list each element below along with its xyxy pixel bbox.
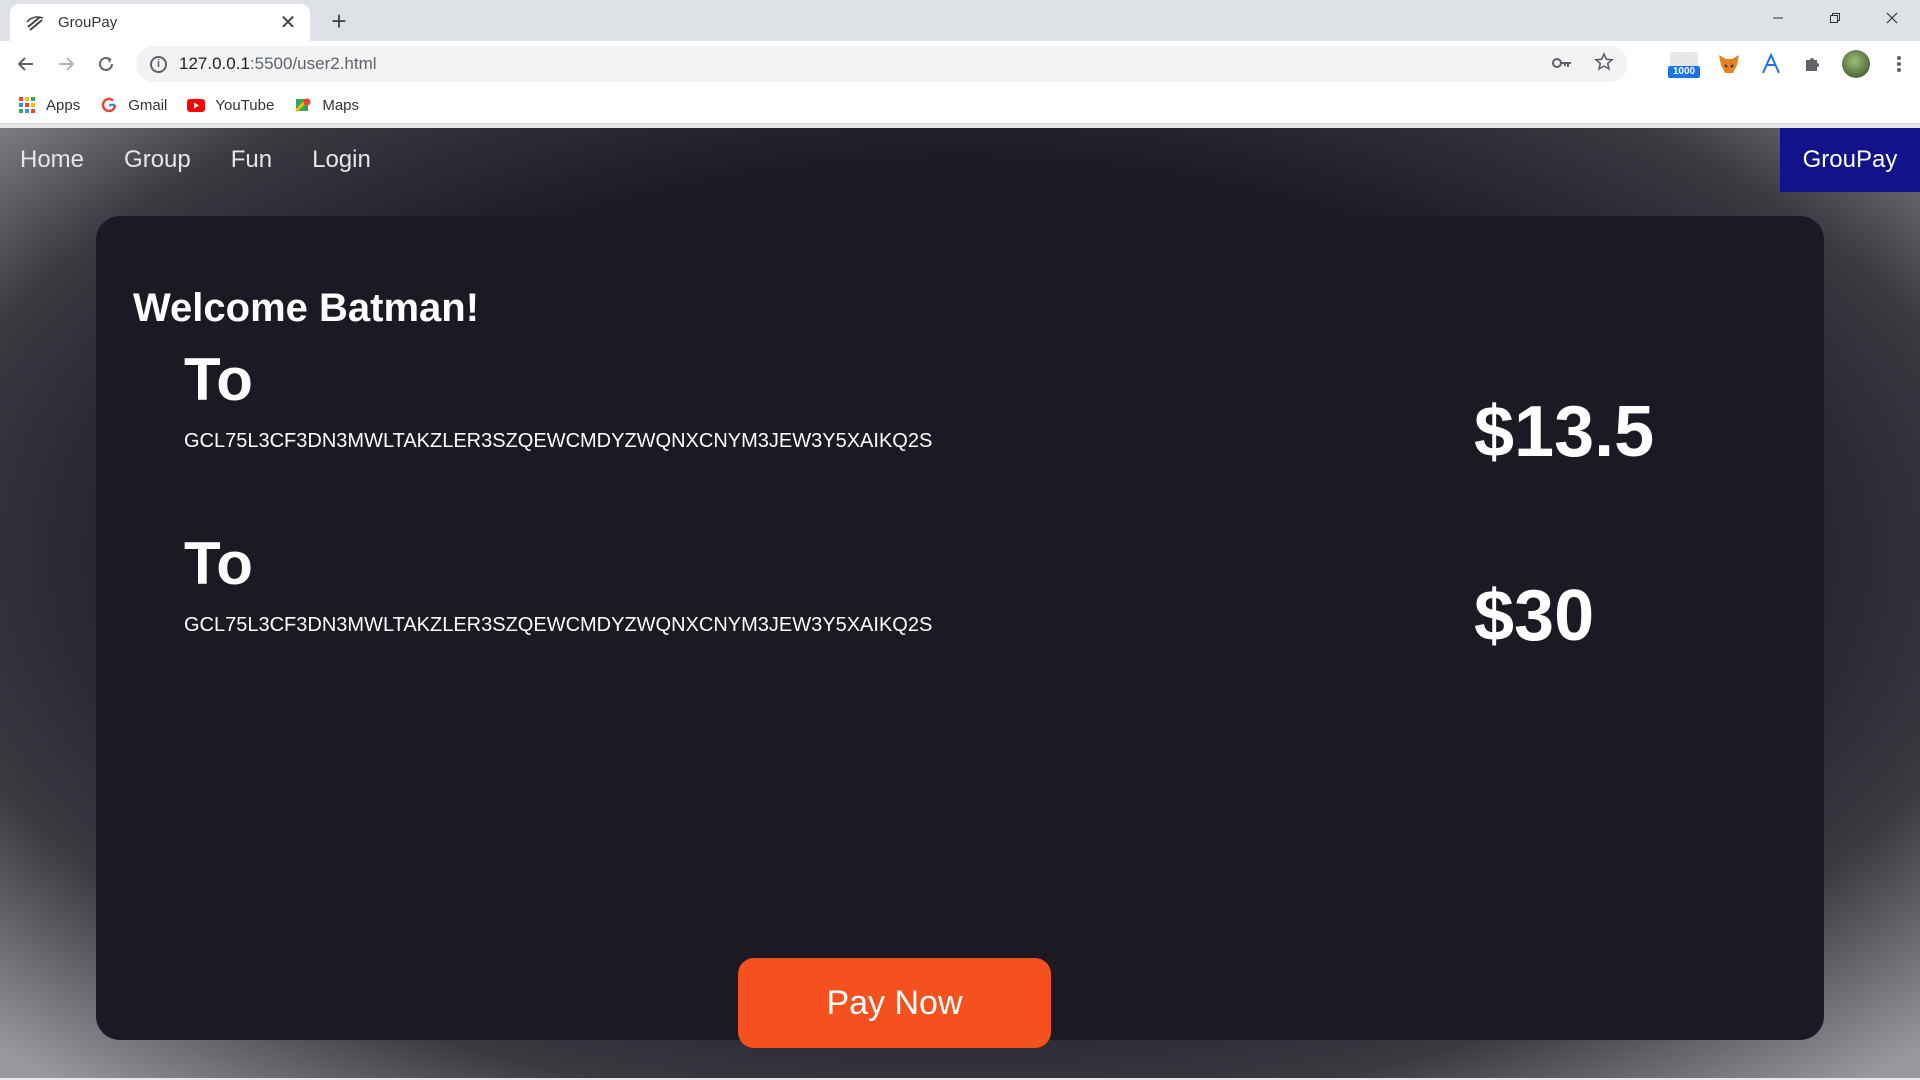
- bookmark-label: Maps: [322, 96, 360, 114]
- site-info-icon[interactable]: i: [150, 55, 167, 73]
- bookmark-label: YouTube: [215, 96, 275, 114]
- nav-login-link[interactable]: Login: [312, 146, 371, 174]
- address-bar[interactable]: i 127.0.0.1:5500/user2.html: [136, 46, 1628, 82]
- apps-grid-icon: [18, 96, 36, 114]
- payment-amount: $30: [1474, 576, 1595, 656]
- payment-amount: $13.5: [1474, 392, 1655, 472]
- reload-icon[interactable]: [86, 44, 126, 84]
- more-menu-icon[interactable]: [1886, 51, 1912, 77]
- nav-group-link[interactable]: Group: [124, 146, 191, 174]
- groupay-logo-icon: [24, 12, 46, 34]
- bookmark-apps[interactable]: Apps: [18, 96, 80, 114]
- bookmark-gmail[interactable]: Gmail: [100, 96, 167, 114]
- brand-link[interactable]: GrouPay: [1780, 128, 1920, 192]
- profile-avatar[interactable]: [1842, 50, 1870, 78]
- metamask-fox-icon[interactable]: [1716, 51, 1742, 77]
- bookmark-label: Gmail: [128, 96, 168, 114]
- browser-toolbar: i 127.0.0.1:5500/user2.html 1000: [0, 41, 1920, 87]
- new-tab-button[interactable]: +: [325, 8, 353, 36]
- key-icon[interactable]: [1552, 54, 1572, 75]
- google-icon: [100, 96, 118, 114]
- nav-fun-link[interactable]: Fun: [231, 146, 272, 174]
- forward-arrow-icon[interactable]: [46, 44, 86, 84]
- url-path: :5500/user2.html: [249, 54, 377, 73]
- payment-item: To GCL75L3CF3DN3MWLTAKZLER3SZQEWCMDYZWQN…: [184, 534, 1744, 653]
- payments-card: Welcome Batman! To GCL75L3CF3DN3MWLTAKZL…: [96, 216, 1824, 1048]
- close-tab-icon[interactable]: ✕: [276, 11, 300, 35]
- puzzle-extensions-icon[interactable]: [1800, 51, 1826, 77]
- maps-icon: [294, 96, 312, 114]
- url-text: 127.0.0.1:5500/user2.html: [179, 54, 377, 74]
- restore-icon[interactable]: [1806, 0, 1863, 36]
- tab-title: GrouPay: [58, 14, 118, 31]
- page-viewport: Home Group Fun Login GrouPay Welcome Bat…: [0, 128, 1920, 1078]
- bookmark-label: Apps: [46, 96, 81, 114]
- extension-badge-count: 1000: [1668, 66, 1700, 78]
- omnibox-actions: [1552, 46, 1614, 82]
- close-window-icon[interactable]: [1863, 0, 1920, 36]
- url-host: 127.0.0.1: [179, 54, 250, 73]
- bookmark-star-icon[interactable]: [1594, 51, 1614, 77]
- window-controls: [1749, 0, 1920, 36]
- youtube-icon: [187, 96, 206, 114]
- nav-home-link[interactable]: Home: [20, 146, 84, 174]
- site-navbar: Home Group Fun Login GrouPay: [0, 128, 1920, 192]
- font-a-icon[interactable]: [1758, 51, 1784, 77]
- minimize-icon[interactable]: [1749, 0, 1806, 36]
- bookmark-maps[interactable]: Maps: [294, 96, 359, 114]
- payment-item: To GCL75L3CF3DN3MWLTAKZLER3SZQEWCMDYZWQN…: [184, 350, 1744, 469]
- tab-strip: GrouPay ✕ +: [0, 0, 1920, 41]
- bookmarks-bar: Apps Gmail YouTube Maps: [0, 87, 1920, 124]
- calendar-extension-icon[interactable]: 1000: [1668, 50, 1700, 78]
- extensions-area: 1000: [1668, 41, 1912, 87]
- back-arrow-icon[interactable]: [6, 44, 46, 84]
- pay-now-button[interactable]: Pay Now: [738, 958, 1051, 1048]
- browser-tab[interactable]: GrouPay ✕: [10, 4, 310, 41]
- welcome-heading: Welcome Batman!: [133, 286, 480, 330]
- bookmark-youtube[interactable]: YouTube: [187, 96, 274, 114]
